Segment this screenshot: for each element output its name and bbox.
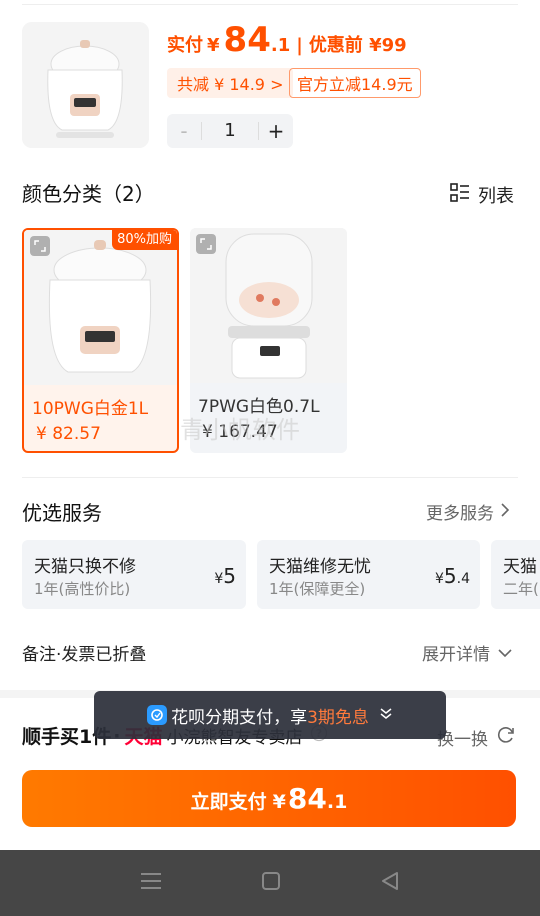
price-line: 实付 ¥ 84 .1 | 优惠前 ¥99 — [167, 20, 407, 60]
quantity-plus-button[interactable]: + — [259, 119, 293, 143]
service-price-int: 5 — [223, 564, 236, 588]
color-option-2[interactable]: 7PWG白色0.7L ¥ 167.47 — [190, 228, 347, 453]
pay-now-button[interactable]: 立即支付 ¥ 84 .1 — [22, 770, 516, 827]
service-card-3[interactable]: 天猫 二年( — [491, 540, 540, 609]
price-integer: 84 — [223, 20, 271, 60]
quantity-stepper: - 1 + — [167, 114, 293, 148]
toast-highlight: 3期免息 — [307, 707, 369, 728]
official-discount-tag: 官方立减14.9元 — [289, 68, 421, 98]
list-icon — [450, 182, 478, 208]
expand-details-label: 展开详情 — [422, 645, 490, 665]
pay-now-label: 立即支付 — [190, 791, 267, 813]
service-desc: 1年(高性价比) — [34, 580, 131, 598]
services-title: 优选服务 — [22, 501, 102, 525]
pay-label: 实付 — [167, 35, 203, 56]
more-services-link[interactable]: 更多服务 — [426, 499, 510, 524]
huabei-installment-toast[interactable]: 花呗分期支付，享 3期免息 — [94, 691, 446, 739]
pay-price-decimal: .1 — [326, 791, 348, 813]
chevron-down-icon — [498, 643, 512, 663]
service-desc: 二年( — [503, 580, 539, 598]
expand-details-button[interactable]: 展开详情 — [422, 640, 512, 665]
original-price: 优惠前 ¥99 — [308, 35, 407, 56]
service-card-1[interactable]: 天猫只换不修 1年(高性价比) ¥5 — [22, 540, 246, 609]
menu-icon[interactable] — [140, 871, 162, 895]
refresh-icon — [496, 725, 516, 750]
service-desc: 1年(保障更全) — [269, 580, 366, 598]
system-nav-bar — [0, 850, 540, 916]
zoom-icon[interactable] — [196, 234, 216, 254]
chevron-down-icon[interactable] — [379, 705, 393, 725]
quantity-minus-button[interactable]: - — [167, 119, 201, 143]
quantity-value[interactable]: 1 — [201, 122, 259, 140]
service-currency: ¥ — [434, 571, 444, 587]
swap-button[interactable]: 换一换 — [437, 725, 516, 750]
price-decimal: .1 — [270, 35, 291, 56]
list-view-toggle[interactable]: 列表 — [450, 182, 514, 208]
list-view-label: 列表 — [478, 186, 514, 207]
color-section-title: 颜色分类（2） — [22, 182, 155, 206]
zoom-icon[interactable] — [30, 236, 50, 256]
total-discount-tag[interactable]: 共减 ¥ 14.9 > — [167, 68, 294, 98]
remark-invoice-label: 备注·发票已折叠 — [22, 645, 147, 665]
color-option-price: ¥ 82.57 — [36, 424, 101, 444]
color-option-1[interactable]: 80%加购 10PWG白金1L ¥ 82.57 — [22, 228, 179, 453]
service-name: 天猫 — [503, 557, 537, 577]
service-price-dec: .4 — [456, 571, 470, 587]
service-currency: ¥ — [214, 571, 224, 587]
home-icon[interactable] — [261, 871, 281, 895]
service-price: ¥5 — [214, 564, 236, 588]
add-to-cart-rate-badge: 80%加购 — [112, 230, 177, 250]
color-option-price: ¥ 167.47 — [202, 422, 278, 442]
service-name: 天猫维修无忧 — [269, 557, 371, 577]
service-price-int: 5 — [443, 564, 457, 588]
service-price: ¥5.4 — [435, 564, 470, 588]
service-card-2[interactable]: 天猫维修无忧 1年(保障更全) ¥5.4 — [257, 540, 480, 609]
more-services-label: 更多服务 — [426, 504, 494, 524]
section-divider — [22, 477, 518, 478]
service-name: 天猫只换不修 — [34, 557, 136, 577]
currency-symbol: ¥ — [207, 35, 220, 56]
back-icon[interactable] — [380, 871, 400, 895]
pay-price-integer: 84 — [287, 782, 327, 815]
chevron-right-icon — [500, 502, 510, 522]
top-divider — [22, 4, 518, 5]
color-option-name: 10PWG白金1L — [32, 399, 149, 419]
price-separator: | — [296, 35, 303, 56]
huabei-icon — [147, 705, 168, 725]
product-thumbnail[interactable] — [22, 22, 149, 148]
color-option-name: 7PWG白色0.7L — [198, 397, 320, 417]
toast-text: 花呗分期支付，享 — [171, 707, 308, 728]
pay-currency: ¥ — [272, 791, 286, 813]
